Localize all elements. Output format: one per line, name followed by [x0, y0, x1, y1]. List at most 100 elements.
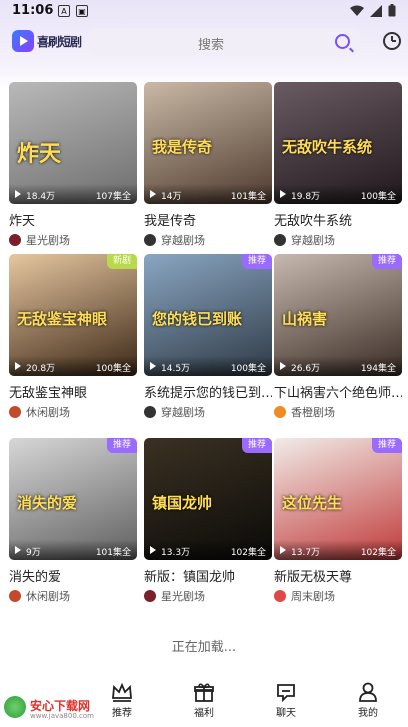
poster-meta: 19.8万 100集全 — [274, 184, 402, 204]
source-name: 穿越剧场 — [291, 234, 335, 247]
status-right-icons — [350, 4, 396, 17]
drama-title[interactable]: 新版无极天尊 — [274, 566, 402, 585]
source-avatar-icon — [9, 406, 21, 418]
search-icon[interactable] — [335, 34, 350, 49]
logo-icon — [12, 30, 34, 52]
drama-poster[interactable]: 您的钱已到账 推荐 14.5万 100集全 — [144, 254, 272, 376]
play-icon — [15, 190, 21, 198]
tab-label: 福利 — [194, 708, 214, 719]
drama-title[interactable]: 新版：镇国龙帅 — [144, 566, 272, 585]
source-avatar-icon — [144, 590, 156, 602]
search-bar[interactable]: 搜索 — [86, 28, 362, 56]
episode-count: 102集全 — [230, 548, 266, 558]
view-count: 20.8万 — [26, 364, 56, 374]
card-tag-badge: 新剧 — [107, 254, 137, 269]
drama-card[interactable]: 这位先生 推荐 13.7万 102集全 新版无极天尊 周末剧场 — [274, 438, 402, 604]
drama-title[interactable]: 系统提示您的钱已到… — [144, 382, 272, 401]
poster-meta: 14.5万 100集全 — [144, 356, 272, 376]
source-avatar-icon — [274, 590, 286, 602]
source-name: 穿越剧场 — [161, 234, 205, 247]
view-count: 9万 — [26, 548, 41, 558]
episode-count: 101集全 — [230, 192, 266, 202]
episode-count: 100集全 — [360, 192, 396, 202]
drama-title[interactable]: 我是传奇 — [144, 210, 272, 229]
source-name: 休闲剧场 — [26, 406, 70, 419]
drama-card[interactable]: 镇国龙帅 推荐 13.3万 102集全新版：镇国龙帅 星光剧场 — [144, 438, 272, 604]
app-bar: 喜刷短剧 搜索 — [0, 28, 408, 56]
source-avatar-icon — [274, 406, 286, 418]
drama-source: 周末剧场 — [274, 588, 402, 604]
drama-source: 星光剧场 — [9, 232, 137, 248]
play-icon — [150, 546, 156, 554]
view-count: 14.5万 — [161, 364, 191, 374]
tab-profile[interactable]: 我的 — [338, 682, 398, 719]
drama-card[interactable]: 我是传奇 14万 101集全 我是传奇 穿越剧场 — [144, 82, 272, 248]
view-count: 14万 — [161, 192, 182, 202]
tab-label: 聊天 — [276, 708, 296, 719]
poster-title-art: 炸天 — [17, 142, 62, 167]
episode-count: 107集全 — [95, 192, 131, 202]
drama-poster[interactable]: 消失的爱 推荐 9万 101集全 — [9, 438, 137, 560]
drama-card[interactable]: 山祸害 推荐 26.6万 194集全 下山祸害六个绝色师… 香橙剧场 — [274, 254, 402, 420]
drama-source: 星光剧场 — [144, 588, 272, 604]
poster-title-art: 消失的爱 — [17, 494, 78, 512]
drama-title[interactable]: 消失的爱 — [9, 566, 137, 585]
card-tag-badge: 推荐 — [242, 438, 272, 453]
source-avatar-icon — [9, 234, 21, 246]
drama-poster[interactable]: 山祸害 推荐 26.6万 194集全 — [274, 254, 402, 376]
card-tag-badge: 推荐 — [372, 254, 402, 269]
drama-card[interactable]: 消失的爱 推荐 9万 101集全 消失的爱 休闲剧场 — [9, 438, 137, 604]
source-avatar-icon — [144, 234, 156, 246]
drama-poster[interactable]: 无敌鉴宝神眼 新剧 20.8万 100集全 — [9, 254, 137, 376]
battery-icon — [388, 4, 396, 17]
source-avatar-icon — [9, 590, 21, 602]
loading-text: 正在加载... — [171, 640, 237, 655]
tab-label: 我的 — [358, 708, 378, 719]
history-icon[interactable] — [383, 32, 401, 50]
poster-meta: 18.4万 107集全 — [9, 184, 137, 204]
source-name: 周末剧场 — [291, 590, 335, 603]
tab-welfare[interactable]: 福利 — [174, 682, 234, 719]
drama-poster[interactable]: 炸天 18.4万 107集全 — [9, 82, 137, 204]
episode-count: 100集全 — [95, 364, 131, 374]
poster-title-art: 无敌鉴宝神眼 — [17, 310, 108, 328]
drama-card[interactable]: 无敌吹牛系统 19.8万 100集全无敌吹牛系统穿越剧场 — [274, 82, 402, 248]
play-icon — [15, 546, 21, 554]
drama-title[interactable]: 无敌鉴宝神眼 — [9, 382, 137, 401]
notification-icon: A — [58, 5, 70, 17]
episode-count: 100集全 — [230, 364, 266, 374]
user-icon — [359, 682, 377, 702]
drama-title[interactable]: 炸天 — [9, 210, 137, 229]
drama-card[interactable]: 无敌鉴宝神眼 新剧 20.8万 100集全 无敌鉴宝神眼 休闲剧场 — [9, 254, 137, 420]
view-count: 26.6万 — [291, 364, 321, 374]
source-name: 香橙剧场 — [291, 406, 335, 419]
drama-source: 香橙剧场 — [274, 404, 402, 420]
play-icon — [280, 546, 286, 554]
watermark: 安心下载网 www.java800.com — [2, 694, 122, 724]
drama-source: 穿越剧场 — [144, 232, 272, 248]
drama-card[interactable]: 炸天 18.4万 107集全 炸天 星光剧场 — [9, 82, 137, 248]
drama-poster[interactable]: 镇国龙帅 推荐 13.3万 102集全 — [144, 438, 272, 560]
card-tag-badge: 推荐 — [242, 254, 272, 269]
drama-poster[interactable]: 我是传奇 14万 101集全 — [144, 82, 272, 204]
view-count: 13.3万 — [161, 548, 191, 558]
drama-title[interactable]: 无敌吹牛系统 — [274, 210, 402, 229]
drama-poster[interactable]: 这位先生 推荐 13.7万 102集全 — [274, 438, 402, 560]
drama-source: 休闲剧场 — [9, 588, 137, 604]
status-bar: 11:06 A ▣ — [0, 0, 408, 24]
poster-title-art: 您的钱已到账 — [152, 310, 243, 328]
poster-meta: 20.8万 100集全 — [9, 356, 137, 376]
drama-poster[interactable]: 无敌吹牛系统 19.8万 100集全 — [274, 82, 402, 204]
drama-title[interactable]: 下山祸害六个绝色师… — [274, 382, 402, 401]
card-tag-badge: 推荐 — [372, 438, 402, 453]
play-icon — [150, 190, 156, 198]
drama-card[interactable]: 您的钱已到账 推荐 14.5万 100集全 系统提示您的钱已到… 穿越剧场 — [144, 254, 272, 420]
signal-icon — [370, 4, 382, 17]
poster-title-art: 镇国龙帅 — [152, 494, 213, 512]
tab-chat[interactable]: 聊天 — [256, 682, 316, 719]
chat-icon — [277, 684, 295, 702]
app-logo: 喜刷短剧 — [12, 30, 82, 52]
poster-title-art: 这位先生 — [282, 494, 343, 512]
play-icon — [150, 362, 156, 370]
episode-count: 102集全 — [360, 548, 396, 558]
